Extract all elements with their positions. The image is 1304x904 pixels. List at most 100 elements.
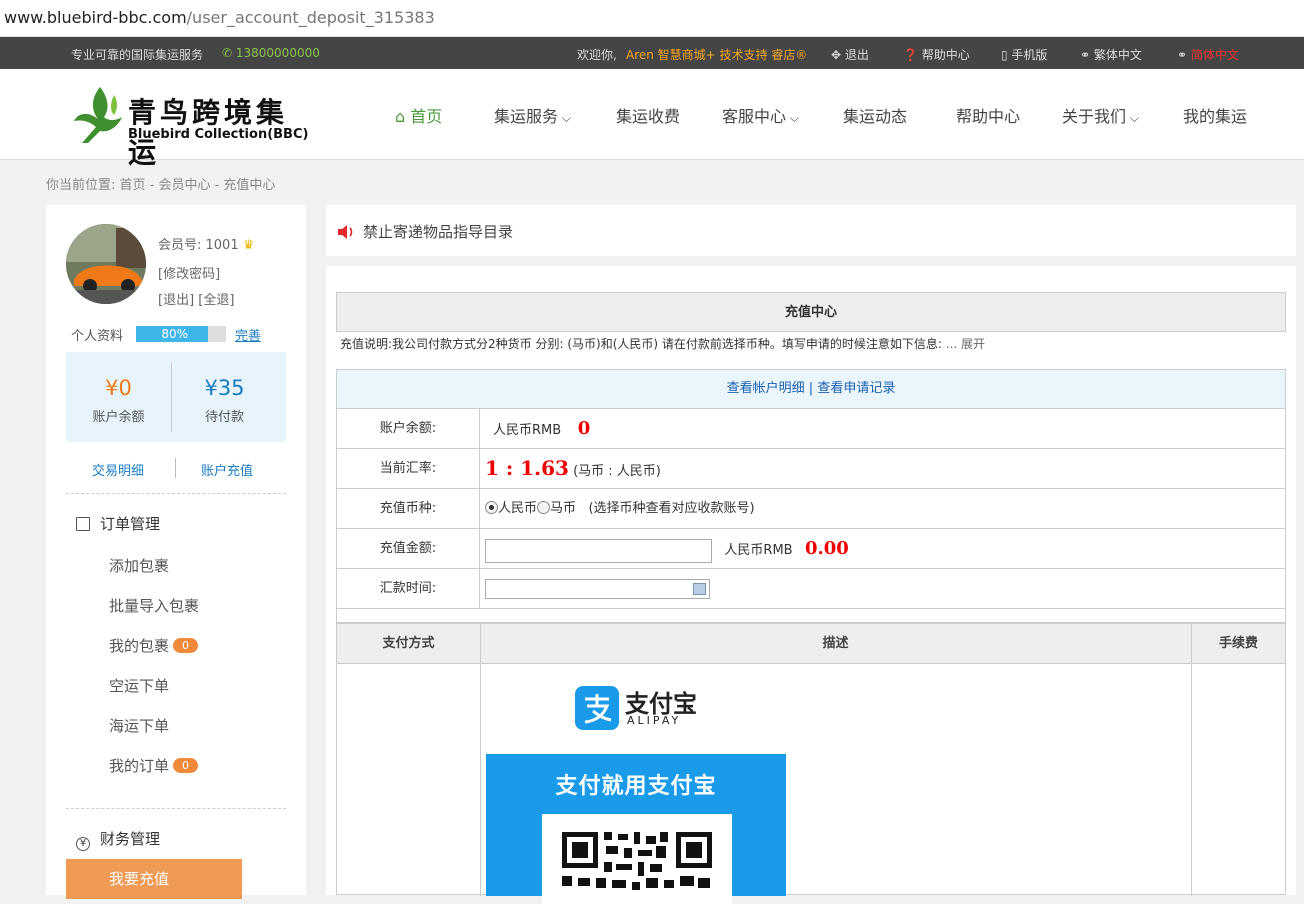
menu-air-order[interactable]: 空运下单: [109, 675, 169, 696]
pending-value: ¥35: [204, 376, 245, 400]
divider: [1191, 624, 1192, 896]
mobile-link[interactable]: ▯ 手机版: [1001, 46, 1047, 63]
change-password-link[interactable]: [修改密码]: [158, 263, 220, 282]
profile-progress-fill: 80%: [136, 326, 208, 342]
amount-input[interactable]: [485, 538, 712, 563]
chevron-down-icon: ⌵: [558, 111, 571, 125]
simplified-chinese-link[interactable]: ⚭ 简体中文: [1177, 46, 1239, 63]
header-description: 描述: [822, 636, 849, 651]
radio-rmb[interactable]: [485, 501, 498, 514]
phone-icon: ✆: [222, 46, 236, 60]
count-badge: 0: [173, 758, 199, 773]
logo[interactable]: 青鸟跨境集运 Bluebird Collection(BBC): [70, 79, 310, 169]
welcome-text: 欢迎你,: [577, 48, 617, 62]
amount-value: 0.00: [804, 538, 849, 559]
link-icon: ⚭: [1080, 48, 1094, 62]
menu-my-orders[interactable]: 我的订单 0: [109, 755, 199, 776]
link-icon: ⚭: [1177, 48, 1191, 62]
logout-link[interactable]: ✥ 退出: [831, 46, 869, 63]
menu-my-packages[interactable]: 我的包裹 0: [109, 635, 199, 656]
mobile-icon: ▯: [1001, 48, 1012, 62]
user-shop-name[interactable]: Aren 智慧商城+ 技术支持 睿店®: [626, 46, 807, 63]
records-bar: 查看帐户明细 | 查看申请记录: [336, 369, 1286, 409]
qr-code: [542, 814, 732, 904]
header-fee: 手续费: [1218, 636, 1258, 651]
phone-number[interactable]: ✆ 13800000000: [222, 46, 320, 60]
orders-section-title[interactable]: 订单管理: [76, 513, 160, 534]
row-value: [485, 569, 710, 608]
nav-shipping-service[interactable]: 集运服务 ⌵: [494, 103, 571, 127]
site-header: 青鸟跨境集运 Bluebird Collection(BBC) ⌂ 首页 集运服…: [0, 69, 1304, 169]
logo-english-name: Bluebird Collection(BBC): [128, 127, 309, 142]
balance-label: 账户余额: [92, 410, 145, 425]
deposit-panel: 充值中心 充值说明:我公司付款方式分2种货币 分别: (马币)和(人民币) 请在…: [326, 266, 1296, 904]
separator: |: [808, 381, 814, 396]
currency-row: 充值币种: 人民币 马币 (选择币种查看对应收款账号): [336, 489, 1286, 529]
address-bar[interactable]: www.bluebird-bbc.com/user_account_deposi…: [0, 0, 1304, 37]
transactions-link[interactable]: 交易明细: [92, 460, 144, 479]
profile-progress-bar: 80%: [136, 326, 226, 342]
traditional-chinese-link[interactable]: ⚭ 繁体中文: [1080, 46, 1142, 63]
payment-table: 支付方式 描述 手续费 支付宝 ALIPAY 支付就用支付宝: [336, 623, 1286, 904]
speaker-icon: [338, 225, 353, 239]
notice-bar[interactable]: 禁止寄递物品指导目录: [326, 205, 1296, 256]
view-account-details-link[interactable]: 查看帐户明细: [727, 381, 805, 396]
radio-myr[interactable]: [537, 501, 551, 514]
crown-icon: ♛: [242, 238, 255, 253]
yen-icon: ¥: [76, 837, 90, 851]
qr-code-icon: [562, 832, 712, 890]
alipay-qr-banner[interactable]: 支付就用支付宝: [486, 754, 786, 904]
nav-help[interactable]: 帮助中心: [956, 103, 1020, 127]
menu-recharge-active[interactable]: 我要充值: [66, 859, 242, 899]
row-label: 充值币种:: [337, 489, 480, 528]
chevron-down-icon: ⌵: [1126, 111, 1139, 125]
recharge-link[interactable]: 账户充值: [201, 460, 253, 479]
row-label: 账户余额:: [337, 409, 480, 448]
balance-value: ¥0: [105, 376, 132, 400]
exchange-rate: 1 : 1.63: [485, 456, 569, 480]
menu-batch-import[interactable]: 批量导入包裹: [109, 595, 199, 616]
nav-news[interactable]: 集运动态: [843, 103, 907, 127]
header-payment-method: 支付方式: [382, 636, 435, 651]
member-sidebar: 会员号: 1001 ♛ [修改密码] [退出] [全退] 个人资料 80% 完善…: [46, 205, 306, 899]
slogan: 专业可靠的国际集运服务: [71, 48, 204, 62]
list-icon: [76, 517, 90, 531]
url-path: /user_account_deposit_315383: [186, 8, 435, 27]
question-icon: ❓: [903, 48, 922, 62]
row-label: 当前汇率:: [337, 449, 480, 488]
complete-profile-link[interactable]: 完善: [235, 325, 261, 344]
row-label: 充值金额:: [337, 529, 480, 568]
help-link[interactable]: ❓ 帮助中心: [903, 46, 970, 63]
car-photo-icon: [66, 224, 146, 304]
balance-row: 账户余额: 人民币RMB 0: [336, 409, 1286, 449]
profile-label: 个人资料: [71, 329, 124, 344]
avatar[interactable]: [66, 224, 146, 304]
row-value: 人民币 马币 (选择币种查看对应收款账号): [485, 489, 755, 528]
row-value: 人民币RMB 0.00: [485, 529, 849, 568]
remit-time-input[interactable]: [485, 578, 710, 599]
nav-my-shipping[interactable]: 我的集运: [1183, 103, 1247, 127]
calendar-icon[interactable]: [693, 582, 706, 595]
finance-section-title[interactable]: ¥ 财务管理: [76, 828, 160, 851]
member-id: 会员号: 1001 ♛: [158, 238, 255, 253]
row-value: 人民币RMB 0: [493, 418, 591, 439]
alipay-icon: [575, 686, 619, 730]
nav-home[interactable]: ⌂ 首页: [395, 103, 442, 127]
balance-amount: 0: [577, 418, 591, 439]
nav-about[interactable]: 关于我们 ⌵: [1062, 103, 1139, 127]
exchange-rate-row: 当前汇率: 1 : 1.63 (马币 : 人民币): [336, 449, 1286, 489]
nav-customer-service[interactable]: 客服中心 ⌵: [722, 103, 799, 127]
logout-links[interactable]: [退出] [全退]: [158, 289, 234, 308]
menu-sea-order[interactable]: 海运下单: [109, 715, 169, 736]
remit-time-row: 汇款时间:: [336, 569, 1286, 609]
amount-row: 充值金额: 人民币RMB 0.00: [336, 529, 1286, 569]
row-label: 汇款时间:: [337, 569, 480, 608]
divider: [480, 624, 481, 896]
expand-link[interactable]: ... 展开: [946, 337, 985, 351]
chevron-down-icon: ⌵: [786, 111, 799, 125]
home-icon: ⌂: [395, 107, 411, 126]
pending-label: 待付款: [204, 410, 244, 425]
menu-add-package[interactable]: 添加包裹: [109, 555, 169, 576]
nav-shipping-fees[interactable]: 集运收费: [616, 103, 680, 127]
view-application-records-link[interactable]: 查看申请记录: [817, 381, 895, 396]
